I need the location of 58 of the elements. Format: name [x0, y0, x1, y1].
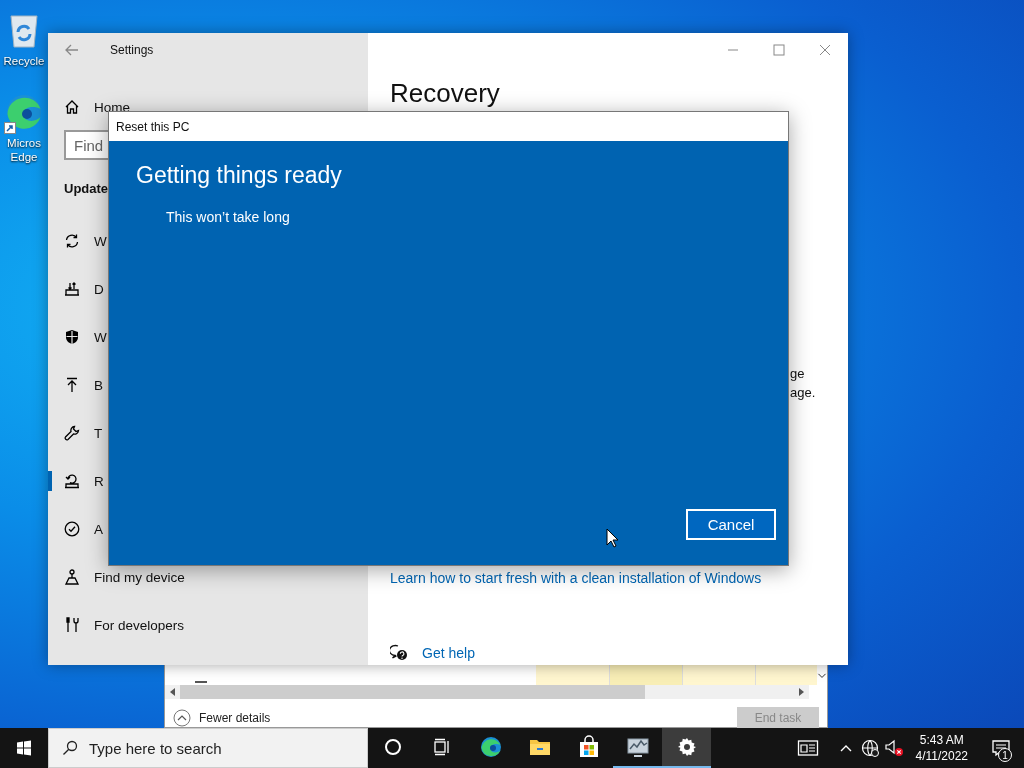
tray-rotate-icon[interactable] [64, 473, 80, 489]
shield-icon[interactable] [64, 329, 80, 345]
nav-item[interactable]: B [94, 377, 103, 393]
upload-icon[interactable] [64, 377, 80, 393]
nav-item[interactable]: W [94, 233, 107, 249]
nav-item[interactable]: A [94, 521, 103, 537]
wrench-icon[interactable] [64, 425, 80, 441]
tray-arrows-icon[interactable] [64, 281, 80, 297]
link[interactable]: Learn how to start fresh with a clean installation of Windows [390, 570, 762, 586]
shortcut-arrow-icon [4, 122, 16, 134]
search-icon [62, 740, 78, 756]
window-title: Settings [110, 42, 154, 57]
dialog-heading: Getting things ready [136, 162, 343, 189]
scroll-thumb[interactable] [180, 685, 645, 699]
nav-item[interactable]: R [94, 473, 104, 489]
section-heading: Update [64, 181, 109, 198]
notification-icon[interactable] [991, 738, 1011, 758]
news-icon[interactable] [796, 737, 819, 759]
body-text: ge [790, 365, 806, 383]
help-link[interactable]: Get help [422, 645, 475, 661]
scroll-left-icon[interactable] [170, 688, 175, 696]
clock-date[interactable]: 4/11/2022 [915, 748, 968, 764]
scroll-right-icon[interactable] [799, 688, 804, 696]
nav-item[interactable]: T [94, 425, 103, 441]
check-circle-icon[interactable] [64, 521, 80, 537]
task-view-icon[interactable] [432, 738, 451, 756]
person-pin-icon[interactable] [64, 569, 80, 585]
details-link[interactable]: Fewer details [199, 711, 271, 725]
icon-label[interactable]: Recycle [3, 54, 45, 68]
windows-logo-icon[interactable] [16, 740, 32, 756]
speaker-muted-icon[interactable] [883, 738, 904, 758]
body-text: age. [790, 384, 817, 402]
taskbar-button[interactable] [662, 728, 711, 768]
chat-question-icon[interactable] [390, 644, 408, 662]
nav-item[interactable]: D [94, 281, 104, 297]
mouse-cursor-icon [606, 528, 620, 548]
nav-item[interactable]: W [94, 329, 107, 345]
settings-icon[interactable] [676, 737, 697, 757]
chevron-circle-icon[interactable] [173, 709, 191, 727]
sync-icon[interactable] [64, 233, 80, 249]
monitor-chart-icon[interactable] [625, 735, 650, 759]
dialog-title: Reset this PC [109, 112, 788, 141]
edge-icon[interactable] [4, 92, 44, 132]
nav-item[interactable]: For developers [94, 617, 185, 633]
nav-item[interactable]: Find my device [94, 569, 185, 585]
cancel-button[interactable]: Cancel [686, 509, 776, 540]
close-icon[interactable] [819, 43, 831, 56]
scrollbar[interactable] [165, 685, 809, 699]
globe-icon[interactable] [860, 739, 879, 757]
circle-icon[interactable] [383, 738, 402, 756]
notification-badge: 1 [998, 748, 1012, 762]
search-field[interactable]: Type here to search [48, 728, 368, 768]
edge-icon[interactable] [478, 735, 503, 759]
home-icon[interactable] [64, 99, 80, 115]
tools-icon[interactable] [64, 617, 80, 633]
page-title: Recovery [390, 78, 500, 108]
dialog-message: This won’t take long [166, 209, 291, 225]
clock-time[interactable]: 5:43 AM [919, 732, 964, 748]
